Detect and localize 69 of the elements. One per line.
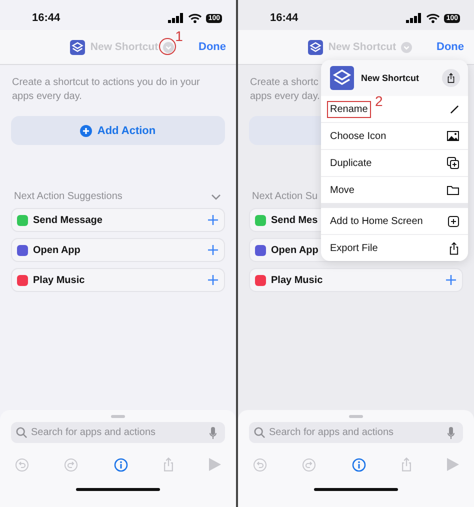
suggestion-label: Play Music xyxy=(271,274,323,286)
intro-text: Create a shortcut to actions you do in your apps every day. xyxy=(12,76,200,104)
share-button[interactable] xyxy=(442,69,460,87)
info-icon[interactable] xyxy=(352,458,366,472)
sheet-handle[interactable] xyxy=(111,415,125,418)
menu-item[interactable]: Move xyxy=(327,182,358,198)
share-icon xyxy=(447,73,455,83)
play-icon[interactable] xyxy=(447,458,459,471)
suggestion-label: Send Mes xyxy=(271,214,318,226)
suggestion-row[interactable]: Send Message xyxy=(11,208,225,232)
intro-text: Create a shortc apps every day. xyxy=(250,76,320,104)
annotation-circle xyxy=(159,38,176,54)
plus-icon[interactable] xyxy=(208,245,218,255)
wifi-icon xyxy=(426,13,440,23)
add-action-button[interactable]: Add Action xyxy=(11,116,225,145)
layers-icon xyxy=(70,40,86,54)
suggestion-label: Open App xyxy=(271,244,318,256)
suggestion-label: Open App xyxy=(33,244,80,256)
annotation-number: 2 xyxy=(375,93,383,109)
plus-icon[interactable] xyxy=(446,275,456,285)
layers-icon xyxy=(330,66,354,90)
suggestion-row[interactable]: Play Music xyxy=(11,268,225,292)
section-title: Next Action Suggestions xyxy=(14,191,122,202)
search-field[interactable]: Search for apps and actions xyxy=(11,422,225,443)
search-field[interactable]: Search for apps and actions xyxy=(249,422,463,443)
search-icon xyxy=(254,427,265,438)
microphone-icon[interactable] xyxy=(209,426,217,438)
chevron-down-icon[interactable] xyxy=(211,194,221,200)
plus-icon[interactable] xyxy=(208,215,218,225)
play-icon[interactable] xyxy=(209,458,221,471)
info-icon[interactable] xyxy=(114,458,128,472)
image-icon xyxy=(447,131,459,141)
folder-icon xyxy=(447,185,459,195)
section-title: Next Action Su xyxy=(252,191,318,202)
annotation-number: 1 xyxy=(175,28,183,44)
status-time: 16:44 xyxy=(32,12,62,24)
signal-icon xyxy=(168,13,184,23)
suggestion-label: Send Message xyxy=(33,214,102,226)
add-square-icon xyxy=(448,216,459,226)
status-time: 16:44 xyxy=(270,12,300,24)
microphone-icon[interactable] xyxy=(447,426,455,438)
redo-icon[interactable] xyxy=(64,458,78,472)
wifi-icon xyxy=(188,13,202,23)
suggestion-row[interactable]: Play Music xyxy=(249,268,463,292)
plus-icon[interactable] xyxy=(208,275,218,285)
undo-icon[interactable] xyxy=(15,458,29,472)
menu-item[interactable]: Export File xyxy=(327,240,381,256)
menu-item[interactable]: Add to Home Screen xyxy=(327,212,426,230)
share-icon xyxy=(400,457,412,472)
plus-circle-icon xyxy=(80,124,92,136)
undo-icon[interactable] xyxy=(253,458,267,472)
done-button[interactable]: Done xyxy=(434,41,466,53)
suggestion-row[interactable]: Open App xyxy=(11,238,225,262)
menu-title: New Shortcut xyxy=(361,73,420,83)
menu-item[interactable]: Rename xyxy=(327,100,371,118)
layers-icon xyxy=(308,40,324,54)
redo-icon[interactable] xyxy=(302,458,316,472)
duplicate-icon xyxy=(447,157,459,169)
pencil-icon xyxy=(450,104,459,114)
menu-item[interactable]: Choose Icon xyxy=(327,128,390,144)
signal-icon xyxy=(406,13,422,23)
chevron-down-icon[interactable] xyxy=(163,42,174,52)
menu-item[interactable]: Duplicate xyxy=(327,154,375,172)
share-icon xyxy=(162,457,174,472)
done-button[interactable]: Done xyxy=(196,41,228,53)
sheet-handle[interactable] xyxy=(349,415,363,418)
suggestion-label: Play Music xyxy=(33,274,85,286)
share-icon xyxy=(449,242,459,254)
search-icon xyxy=(16,427,27,438)
